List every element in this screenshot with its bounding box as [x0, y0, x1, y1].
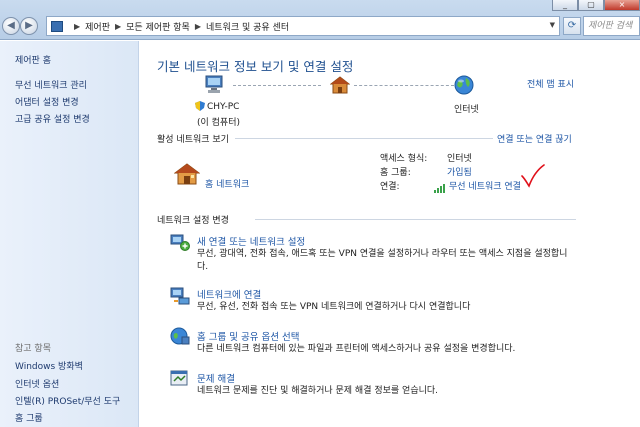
chevron-down-icon[interactable]: ▼	[550, 21, 555, 29]
address-bar[interactable]: ▶ 제어판 ▶ 모든 제어판 항목 ▶ 네트워크 및 공유 센터 ▼	[46, 16, 560, 36]
arrow-left-icon: ◀	[7, 20, 15, 31]
homegroup-link[interactable]: 가입됨	[447, 165, 472, 178]
task-troubleshoot-desc: 네트워크 문제를 진단 및 해결하거나 문제 해결 정보를 얻습니다.	[197, 386, 439, 396]
sidebar-item-home[interactable]: 제어판 홈	[15, 53, 51, 66]
homegroup-label: 홈 그룹:	[380, 168, 411, 178]
sidebar-item-wireless[interactable]: 무선 네트워크 관리	[15, 78, 87, 91]
refresh-button[interactable]: ⟳	[563, 17, 581, 35]
sidebar-item-proset[interactable]: 인텔(R) PROSet/무선 도구	[15, 394, 120, 407]
connect-disconnect-link[interactable]: 연결 또는 연결 끊기	[497, 132, 572, 145]
control-panel-icon	[51, 20, 63, 32]
map-connector	[354, 85, 454, 86]
window-chrome: _ ▢ × ◀ ▶ ▶ 제어판 ▶ 모든 제어판 항목 ▶ 네트워크 및 공유 …	[0, 0, 640, 40]
breadcrumb-all-items[interactable]: 모든 제어판 항목	[126, 20, 190, 33]
task-connect-link[interactable]: 네트워크에 연결	[197, 287, 261, 301]
minimize-button[interactable]: _	[552, 0, 578, 11]
connection-link[interactable]: 무선 네트워크 연결	[449, 182, 521, 192]
sidebar-item-sharing[interactable]: 고급 공유 설정 변경	[15, 112, 90, 125]
map-connector	[233, 85, 321, 86]
chevron-right-icon[interactable]: ▶	[74, 22, 80, 31]
window-controls: _ ▢ ×	[552, 0, 640, 12]
internet-label: 인터넷	[454, 105, 479, 115]
back-button[interactable]: ◀	[2, 17, 20, 35]
homegroup-sharing-icon	[170, 327, 190, 345]
sidebar-item-homegroup[interactable]: 홈 그룹	[15, 411, 43, 424]
arrow-right-icon: ▶	[25, 20, 33, 31]
connection-item[interactable]: 무선 네트워크 연결	[434, 179, 521, 193]
main-content: 기본 네트워크 정보 보기 및 연결 설정 전체 맵 표시 CHY-PC (이 …	[140, 41, 640, 427]
signal-strength-icon	[434, 183, 446, 193]
home-icon	[174, 163, 200, 185]
computer-sub: (이 컴퓨터)	[197, 118, 241, 128]
refresh-icon: ⟳	[567, 20, 577, 31]
close-button[interactable]: ×	[604, 0, 640, 11]
chevron-right-icon[interactable]: ▶	[195, 22, 201, 31]
globe-icon	[454, 75, 474, 95]
checkmark-annotation-icon	[521, 164, 545, 188]
connect-network-icon	[170, 287, 190, 305]
maximize-button[interactable]: ▢	[578, 0, 604, 11]
active-networks-title: 활성 네트워크 보기	[157, 135, 229, 145]
see-also-title: 참고 항목	[15, 344, 51, 354]
forward-button[interactable]: ▶	[20, 17, 38, 35]
sidebar: 제어판 홈 무선 네트워크 관리 어댑터 설정 변경 고급 공유 설정 변경 참…	[0, 41, 139, 427]
divider	[255, 219, 576, 220]
new-connection-icon	[170, 234, 190, 251]
sidebar-item-adapter[interactable]: 어댑터 설정 변경	[15, 95, 79, 108]
computer-icon	[205, 75, 223, 93]
breadcrumb-network-center[interactable]: 네트워크 및 공유 센터	[206, 20, 289, 33]
divider	[235, 138, 493, 139]
home-network-icon	[330, 76, 350, 94]
view-full-map-link[interactable]: 전체 맵 표시	[527, 77, 574, 90]
shield-icon	[195, 101, 205, 111]
search-input[interactable]: 제어판 검색	[583, 16, 640, 36]
breadcrumb-control-panel[interactable]: 제어판	[85, 20, 110, 33]
task-new-connection-link[interactable]: 새 연결 또는 네트워크 설정	[197, 234, 305, 248]
change-settings-title: 네트워크 설정 변경	[157, 216, 229, 226]
task-homegroup-desc: 다른 네트워크 컴퓨터에 있는 파일과 프린터에 액세스하거나 공유 설정을 변…	[197, 344, 516, 354]
computer-name: CHY-PC	[207, 102, 240, 112]
task-troubleshoot-link[interactable]: 문제 해결	[197, 371, 235, 385]
task-homegroup-link[interactable]: 홈 그룹 및 공유 옵션 선택	[197, 329, 300, 343]
sidebar-item-internet-options[interactable]: 인터넷 옵션	[15, 377, 59, 390]
task-connect-desc: 무선, 유선, 전화 접속 또는 VPN 네트워크에 연결하거나 다시 연결합니…	[197, 302, 471, 312]
access-type-label: 액세스 형식:	[380, 154, 428, 164]
sidebar-item-firewall[interactable]: Windows 방화벽	[15, 359, 83, 372]
troubleshoot-icon	[170, 370, 188, 386]
chevron-right-icon[interactable]: ▶	[115, 22, 121, 31]
page-title: 기본 네트워크 정보 보기 및 연결 설정	[157, 59, 354, 74]
network-name-link[interactable]: 홈 네트워크	[205, 177, 249, 190]
task-new-connection-desc: 무선, 광대역, 전화 접속, 애드혹 또는 VPN 연결을 설정하거나 라우터…	[197, 249, 568, 272]
access-type-value: 인터넷	[447, 154, 472, 164]
connection-label: 연결:	[380, 182, 400, 192]
